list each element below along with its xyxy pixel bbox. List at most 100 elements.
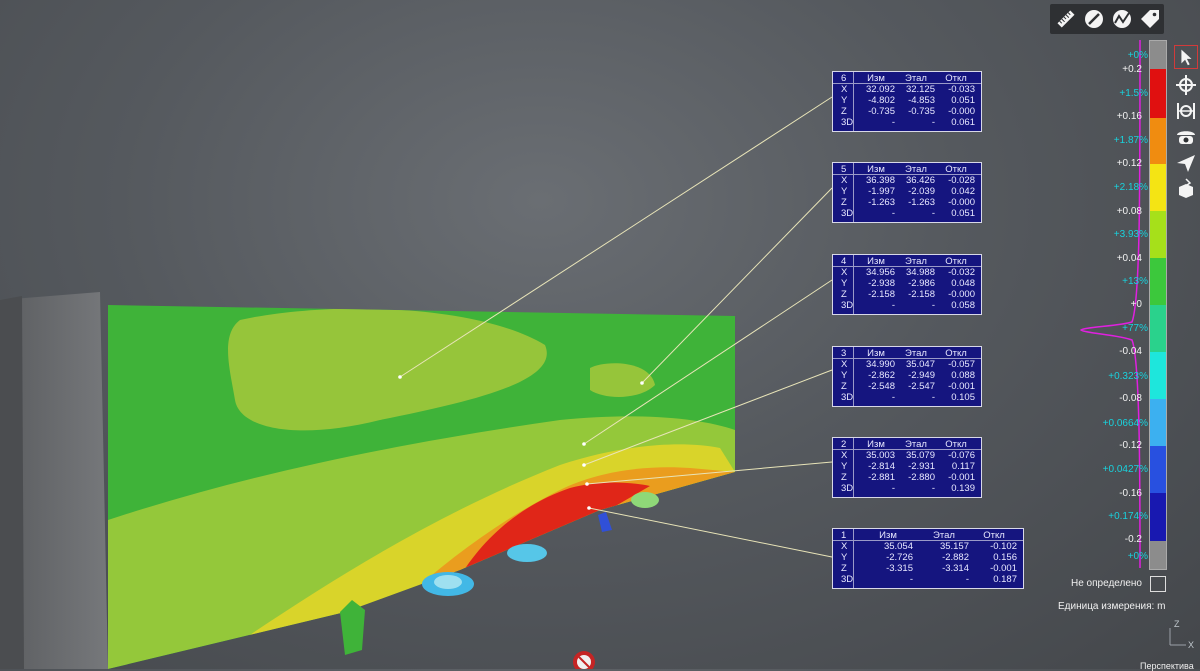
callout-cell: 0.156 [993,552,1017,563]
callout-cell: 35.079 [905,450,935,461]
axis-x-label: X [1188,640,1194,650]
callout-row: 3D - - 0.051 [833,208,981,219]
scale-percent-label: +1.87% [1113,135,1148,146]
callout-cell: 0.139 [951,483,975,494]
color-segment [1150,211,1166,258]
callout-cell: Y [841,278,848,289]
callout-cell: Y [841,186,848,197]
color-segment [1150,399,1166,446]
callout-cell: 0.088 [951,370,975,381]
scale-percent-label: +2.18% [1113,182,1148,193]
camera-view-icon[interactable] [1174,125,1198,149]
callout-cell: -2.158 [868,289,895,300]
callout-row: X 32.092 32.125 -0.033 [833,84,981,95]
callout-row: 3D - - 0.187 [833,574,1023,585]
callout-cell: -0.001 [948,381,975,392]
callout-row: X 34.990 35.047 -0.057 [833,359,981,370]
measurement-callout-4[interactable]: 4 Изм Этал Откл X 34.956 34.988 -0.032 Y -2.938 -2… [832,254,982,315]
top-toolbar [1050,4,1164,34]
color-segment [1150,258,1166,305]
move-crosshair-icon[interactable] [1174,73,1198,97]
callout-row: Y -2.726 -2.882 0.156 [833,552,1023,563]
color-segment [1150,118,1166,164]
callout-cell: -2.938 [868,278,895,289]
callout-cell: -2.881 [868,472,895,483]
undefined-color-swatch[interactable] [1150,576,1166,592]
callout-cell: X [841,541,848,552]
probe-edit-icon[interactable] [1082,7,1106,31]
view-mode-label[interactable]: Перспектива [1140,661,1194,671]
callout-row: Y -2.862 -2.949 0.088 [833,370,981,381]
callout-row: X 36.398 36.426 -0.028 [833,175,981,186]
color-segment [1150,446,1166,493]
axis-triad [1169,628,1186,646]
callout-cell: Z [841,197,847,208]
callout-cell: 3D [841,392,854,403]
scale-percent-label: +0.323% [1108,371,1148,382]
color-segment [1150,352,1166,399]
callout-cell: 0.051 [951,95,975,106]
section-box-icon[interactable] [1174,177,1198,201]
scale-value-label: -0.16 [1119,488,1142,499]
scale-value-label: +0.04 [1116,253,1142,264]
callout-cell: -2.931 [908,461,935,472]
callout-cell: -1.997 [868,186,895,197]
callout-cell: 0.061 [951,117,975,128]
callout-cell: - [931,208,935,219]
select-cursor-icon[interactable] [1174,45,1198,69]
callout-cell: - [931,300,935,311]
scale-percent-label: +0% [1127,551,1148,562]
scale-value-label: +0 [1130,299,1142,310]
callout-cell: -1.263 [868,197,895,208]
scale-percent-label: +1.5% [1119,88,1148,99]
scale-percent-label: +77% [1122,323,1148,334]
measurement-callout-1[interactable]: 1 Изм Этал Откл X 35.054 35.157 -0.102 Y -2.726 -2… [832,528,1024,589]
callout-cell: Y [841,552,848,563]
callout-cell: - [931,117,935,128]
measurement-callout-2[interactable]: 2 Изм Этал Откл X 35.003 35.079 -0.076 Y -2.814 -2… [832,437,982,498]
callout-row: Z -2.881 -2.880 -0.001 [833,472,981,483]
callout-cell: X [841,359,848,370]
scale-percent-label: +0.174% [1108,511,1148,522]
callout-cell: 0.117 [951,461,975,472]
gray-wall-edge [0,296,24,669]
callout-row: Z -2.548 -2.547 -0.001 [833,381,981,392]
callout-cell: X [841,450,848,461]
curve-probe-icon[interactable] [1110,7,1134,31]
callout-cell: - [891,483,895,494]
callout-cell: -2.548 [868,381,895,392]
no-entry-icon[interactable] [573,651,595,669]
callout-cell: -0.001 [948,472,975,483]
scale-percent-label: +13% [1122,276,1148,287]
callout-cell: Z [841,472,847,483]
color-segment [1150,69,1166,118]
callout-cell: 0.051 [951,208,975,219]
measurement-callout-3[interactable]: 3 Изм Этал Откл X 34.990 35.047 -0.057 Y -2.862 -2… [832,346,982,407]
callout-cell: - [891,392,895,403]
callout-cell: Z [841,106,847,117]
ruler-icon[interactable] [1054,7,1078,31]
tag-icon[interactable] [1138,7,1162,31]
measurement-callout-5[interactable]: 5 Изм Этал Откл X 36.398 36.426 -0.028 Y -1.997 -2… [832,162,982,223]
callout-cell: - [965,574,969,585]
callout-cell: - [891,300,895,311]
scale-value-label: +0.12 [1116,158,1142,169]
callout-cell: -0.028 [948,175,975,186]
callout-cell: -2.862 [868,370,895,381]
callout-cell: 3D [841,208,854,219]
callout-cell: -3.315 [886,563,913,574]
callout-row: Z -2.158 -2.158 -0.000 [833,289,981,300]
scale-value-label: +0.08 [1116,206,1142,217]
measurement-callout-6[interactable]: 6 Изм Этал Откл X 32.092 32.125 -0.033 Y -4.802 -4… [832,71,982,132]
color-segment [1150,164,1166,211]
send-icon[interactable] [1174,151,1198,175]
fit-distance-icon[interactable] [1174,99,1198,123]
color-segment [1150,493,1166,541]
color-segment [1150,305,1166,352]
callout-row: X 34.956 34.988 -0.032 [833,267,981,278]
callout-row: Y -2.938 -2.986 0.048 [833,278,981,289]
bump-3 [631,492,659,508]
callout-cell: -2.949 [908,370,935,381]
callout-cell: -2.882 [942,552,969,563]
callout-cell: 3D [841,117,854,128]
